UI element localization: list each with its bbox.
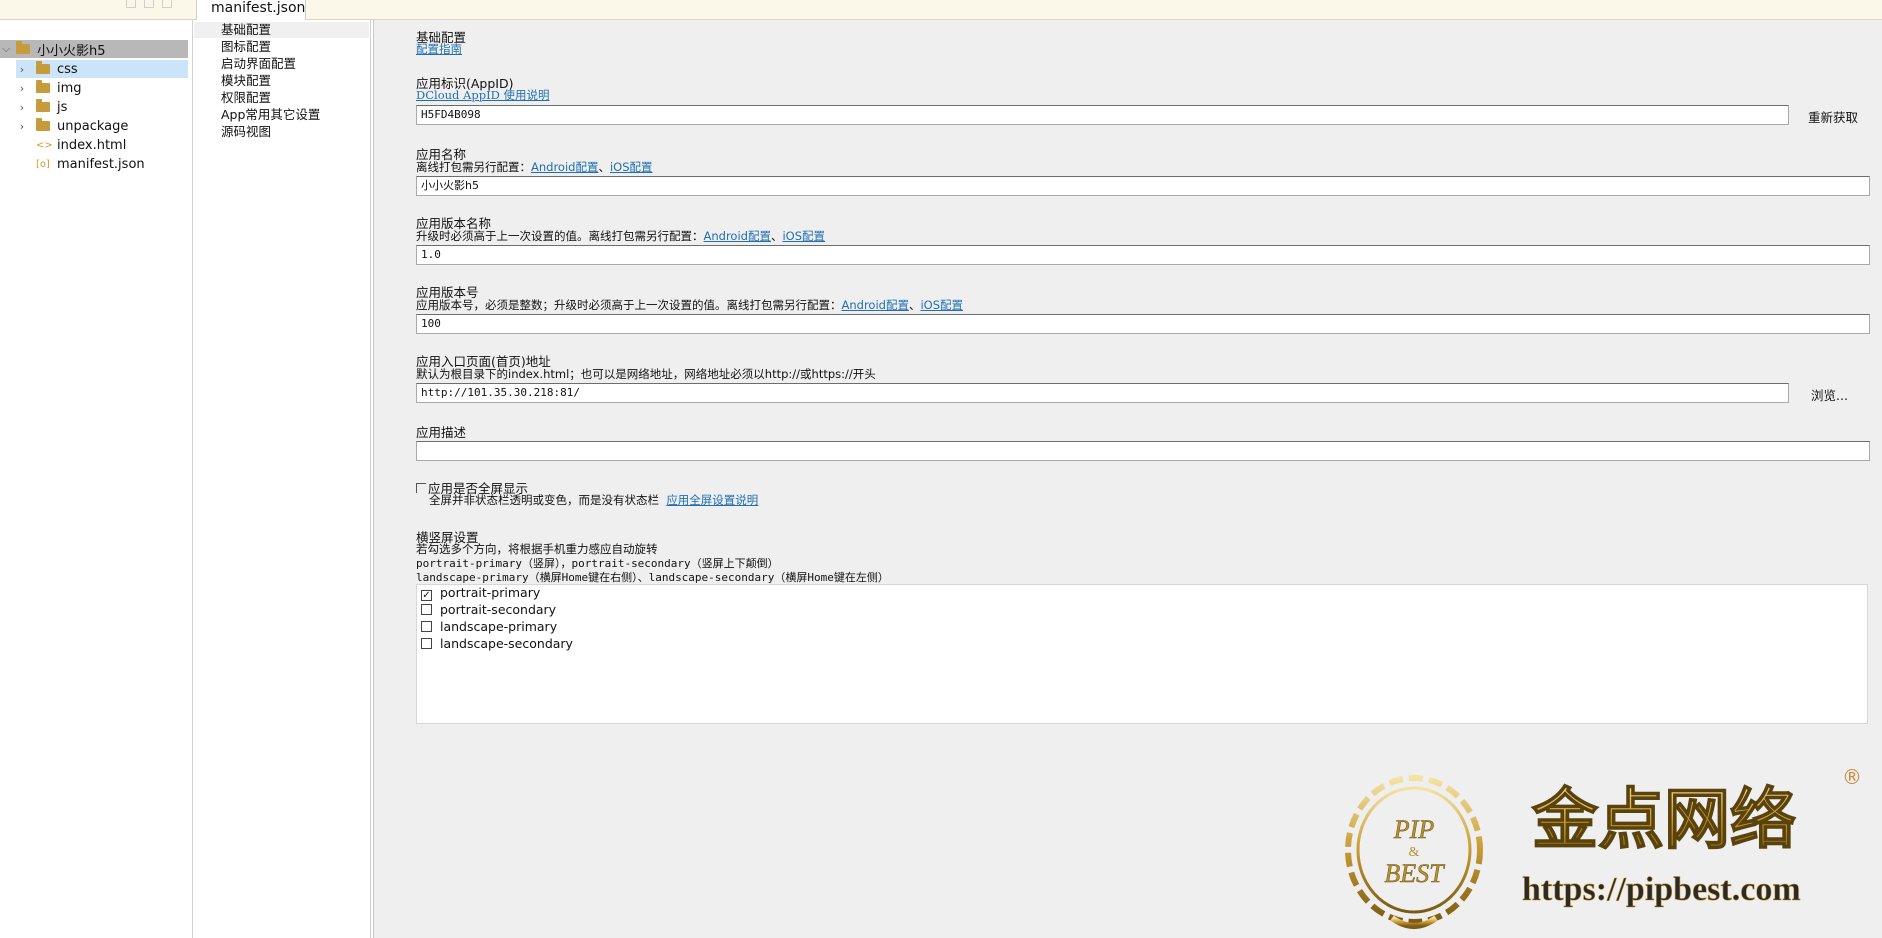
tree-item-label: unpackage [57,118,129,134]
description-field[interactable] [416,441,1870,461]
checkbox[interactable] [421,604,432,615]
collapse-icon[interactable] [126,0,136,8]
orientation-option-portrait-secondary[interactable]: portrait-secondary [421,602,556,618]
version-name-hint: 升级时必须高于上一次设置的值。离线打包需另行配置：Android配置、iOS配置 [416,230,825,243]
separator: 、 [908,298,921,312]
nav-item-splash[interactable]: 启动界面配置 [221,56,296,72]
tree-item-label: js [57,99,68,115]
android-config-link[interactable]: Android配置 [842,298,909,312]
hint-text: 全屏并非状态栏透明或变色，而是没有状态栏 [429,493,659,507]
app-name-hint: 离线打包需另行配置：Android配置、iOS配置 [416,161,653,174]
orientation-hint-2: portrait-primary（竖屏），portrait-secondary（… [416,557,779,570]
android-config-link[interactable]: Android配置 [704,229,771,243]
html-file-icon: <> [36,139,53,151]
ios-config-link[interactable]: iOS配置 [920,298,963,312]
nav-item-icons[interactable]: 图标配置 [221,39,271,55]
nav-item-app-other[interactable]: App常用其它设置 [221,107,320,123]
folder-icon [36,118,50,131]
option-label: portrait-primary [440,585,541,600]
tab-title: manifest.json [211,0,306,16]
orientation-hint-3: landscape-primary（横屏Home键在右侧）、landscape-… [416,571,889,584]
config-guide-link[interactable]: 配置指南 [416,42,462,56]
folder-icon [16,41,30,54]
option-label: portrait-secondary [440,602,557,617]
checkbox[interactable] [421,621,432,632]
folder-icon [36,61,50,74]
chevron-right-icon[interactable]: › [16,120,28,133]
chevron-down-icon[interactable]: ⌵ [0,42,12,56]
emblem-mid-text: & [1409,845,1420,860]
orientation-list: ✓ portrait-primary portrait-secondary lan… [416,584,1868,724]
tree-item-css[interactable]: › css [16,60,188,78]
emblem-top-text: PIP [1393,815,1435,844]
nav-item-modules[interactable]: 模块配置 [221,73,271,89]
orientation-option-portrait-primary[interactable]: ✓ portrait-primary [421,585,540,601]
app-name-field[interactable]: 小小火影h5 [416,176,1870,196]
registered-mark: ® [1842,765,1862,789]
toolbar-icons [126,0,172,10]
version-code-field[interactable]: 100 [416,314,1870,334]
separator: 、 [598,160,610,174]
ios-config-link[interactable]: iOS配置 [610,160,653,174]
tree-item-label: css [57,61,78,77]
regenerate-appid-button[interactable]: 重新获取 [1808,107,1858,126]
nav-item-basic[interactable]: 基础配置 [221,22,271,38]
tree-item-manifest-json[interactable]: [o] manifest.json [36,155,145,173]
hint-text: 离线打包需另行配置： [416,160,531,174]
settings-nav: 基础配置 图标配置 启动界面配置 模块配置 权限配置 App常用其它设置 源码视… [194,20,371,938]
emblem-bottom-text: BEST [1384,859,1445,888]
chevron-right-icon[interactable]: › [16,101,28,114]
tree-item-img[interactable]: › img [16,79,82,97]
json-file-icon: [o] [36,158,50,170]
version-name-field[interactable]: 1.0 [416,245,1870,265]
menu-icon[interactable] [162,0,172,8]
tree-item-label: img [57,80,82,96]
checkbox[interactable] [421,638,432,649]
fullscreen-hint: 全屏并非状态栏透明或变色，而是没有状态栏 应用全屏设置说明 [429,494,758,507]
description-label: 应用描述 [416,425,467,440]
separator: 、 [770,229,783,243]
fullscreen-help-link[interactable]: 应用全屏设置说明 [666,493,758,507]
tree-item-label: manifest.json [57,156,145,172]
project-tree: ⌵ 小小火影h5 › css › img › js › unpackage <>… [0,20,193,938]
appid-help-link[interactable]: DCloud AppID 使用说明 [416,88,550,102]
chevron-right-icon[interactable]: › [16,63,28,76]
tab-manifest[interactable]: manifest.json [196,0,306,21]
android-config-link[interactable]: Android配置 [531,160,598,174]
link-icon[interactable] [144,0,154,8]
folder-icon [36,80,50,93]
nav-item-permissions[interactable]: 权限配置 [221,90,271,106]
checkbox-checked[interactable]: ✓ [421,590,432,601]
hint-text: 升级时必须高于上一次设置的值。离线打包需另行配置： [416,229,704,243]
entry-field[interactable]: http://101.35.30.218:81/ [416,383,1789,403]
tree-item-label: index.html [57,137,127,153]
version-code-hint: 应用版本号，必须是整数；升级时必须高于上一次设置的值。离线打包需另行配置：And… [416,299,963,312]
chevron-right-icon[interactable]: › [16,82,28,95]
folder-icon [36,99,50,112]
tree-item-js[interactable]: › js [16,98,67,116]
orientation-option-landscape-secondary[interactable]: landscape-secondary [421,636,573,652]
tree-item-index-html[interactable]: <> index.html [36,136,126,154]
project-name: 小小火影h5 [37,43,106,59]
orientation-option-landscape-primary[interactable]: landscape-primary [421,619,557,635]
appid-field[interactable]: H5FD4B098 [416,105,1789,125]
option-label: landscape-primary [440,619,558,634]
hint-text: 应用版本号，必须是整数；升级时必须高于上一次设置的值。离线打包需另行配置： [416,298,842,312]
browse-button[interactable]: 浏览... [1811,385,1848,404]
entry-hint: 默认为根目录下的index.html；也可以是网络地址，网络地址必须以http:… [416,367,876,381]
orientation-hint-1: 若勾选多个方向，将根据手机重力感应自动旋转 [416,542,658,556]
tree-item-unpackage[interactable]: › unpackage [16,117,128,135]
tree-project-row[interactable]: ⌵ 小小火影h5 [0,40,188,59]
brand-name: 金点网络 [1531,781,1796,858]
brand-url: https://pipbest.com [1522,871,1801,908]
watermark-logo: PIP & BEST 金点网络 https://pipbest.com ® [1345,765,1862,929]
ios-config-link[interactable]: iOS配置 [782,229,825,243]
option-label: landscape-secondary [440,636,573,651]
nav-item-source-view[interactable]: 源码视图 [221,124,271,140]
fullscreen-checkbox[interactable] [416,483,426,493]
